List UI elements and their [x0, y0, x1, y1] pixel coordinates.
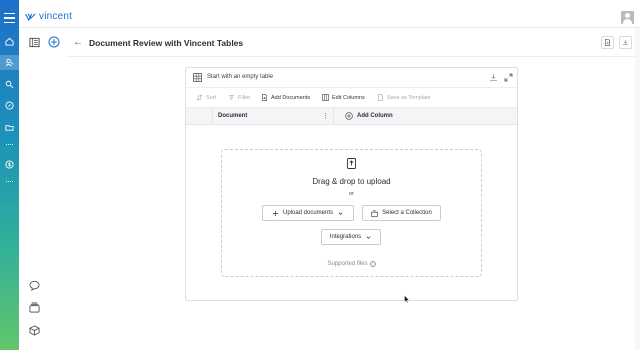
cube-icon[interactable]	[29, 323, 40, 341]
add-icon[interactable]	[48, 36, 60, 48]
header-divider	[66, 56, 640, 57]
stack-icon[interactable]	[29, 300, 40, 318]
upload-dropzone[interactable]: Drag & drop to upload or Upload document…	[221, 149, 482, 277]
filter-button[interactable]: Filter	[228, 94, 250, 101]
brand-logo[interactable]: vincent	[25, 11, 72, 22]
more-icon[interactable]	[6, 144, 13, 146]
plus-icon	[272, 210, 279, 216]
back-button[interactable]: ←	[73, 37, 83, 48]
dropzone-headline: Drag & drop to upload	[312, 177, 391, 186]
or-label: or	[349, 191, 354, 197]
column-menu-icon[interactable]: ⋮	[322, 112, 329, 120]
chat-icon[interactable]	[29, 278, 40, 296]
chevron-down-icon	[366, 235, 371, 239]
book-icon[interactable]	[28, 36, 40, 48]
row-index-header	[186, 108, 213, 124]
filter-icon	[228, 95, 235, 100]
add-document-icon	[262, 94, 267, 101]
brand-name: vincent	[39, 11, 73, 22]
scrollbar[interactable]	[635, 28, 640, 350]
edit-columns-button[interactable]: Edit Columns	[322, 94, 365, 101]
page-title: Document Review with Vincent Tables	[89, 37, 244, 48]
expand-icon[interactable]	[504, 73, 513, 82]
sort-button[interactable]: Sort	[196, 94, 216, 101]
table-grid-icon	[193, 73, 202, 82]
table-toolbar: Sort Filter Add Documents Edit Columns S…	[186, 88, 517, 108]
collection-icon	[371, 210, 379, 217]
folder-icon[interactable]	[4, 122, 15, 133]
menu-icon[interactable]	[0, 8, 19, 28]
select-collection-button[interactable]: Select a Collection	[362, 205, 441, 221]
vincent-logo-icon	[25, 12, 36, 21]
compass-icon[interactable]	[4, 100, 15, 111]
dollar-icon[interactable]	[4, 159, 15, 170]
tool-icons	[28, 36, 60, 48]
sort-icon	[196, 94, 203, 101]
table-header-row: Document ⋮ Add Column	[186, 108, 517, 125]
table-card: Start with an empty table Sort Filter Ad…	[185, 67, 518, 301]
more-icon[interactable]	[6, 181, 13, 183]
page-header: ← Document Review with Vincent Tables	[73, 37, 243, 48]
add-column-button[interactable]: Add Column	[345, 112, 393, 120]
download-icon[interactable]	[489, 73, 498, 82]
home-icon[interactable]	[4, 36, 15, 47]
document-column-header[interactable]: Document ⋮	[213, 108, 334, 124]
add-documents-button[interactable]: Add Documents	[261, 94, 310, 101]
save-template-button[interactable]: Save as Template	[377, 94, 431, 101]
supported-files-link[interactable]: Supported files i	[222, 261, 481, 267]
columns-icon	[322, 94, 329, 101]
mouse-cursor-icon	[404, 295, 410, 303]
start-empty-table-label[interactable]: Start with an empty table	[207, 74, 273, 80]
document-icon[interactable]	[601, 36, 614, 49]
search-icon[interactable]	[4, 79, 15, 90]
avatar[interactable]	[621, 11, 634, 24]
add-column-icon	[345, 112, 353, 120]
download-icon[interactable]	[619, 36, 632, 49]
users-icon[interactable]	[0, 55, 19, 70]
bottom-strip	[0, 350, 640, 360]
chevron-down-icon	[338, 211, 343, 215]
template-icon	[378, 94, 383, 101]
upload-file-icon	[347, 158, 356, 169]
top-bar: vincent	[19, 0, 640, 28]
integrations-button[interactable]: Integrations	[321, 229, 381, 245]
side-rail	[0, 0, 19, 350]
card-top-bar: Start with an empty table	[186, 68, 517, 88]
info-icon[interactable]: i	[369, 261, 376, 267]
document-column-label: Document	[218, 113, 248, 119]
upload-documents-button[interactable]: Upload documents	[262, 205, 354, 221]
